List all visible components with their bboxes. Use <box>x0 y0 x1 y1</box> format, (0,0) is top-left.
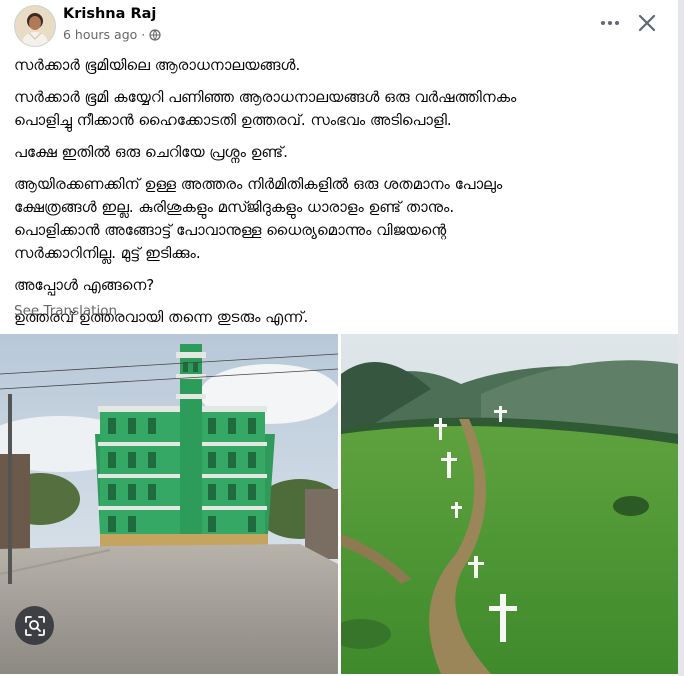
post-paragraph: പക്ഷേ ഇതിൽ ഒരു ചെറിയേ പ്രശ്നം ഉണ്ട്. <box>14 143 288 161</box>
close-icon <box>638 14 656 32</box>
avatar-image <box>15 6 55 46</box>
visual-search-icon <box>24 615 45 636</box>
post-meta: 6 hours ago · <box>63 27 161 42</box>
post-paragraph: സർക്കാർ ഭൂമിയിലെ ആരാധനാലയങ്ങൾ. <box>14 56 301 74</box>
post-paragraph: അപ്പോൾ എങ്ങനെ? <box>14 276 155 294</box>
post-paragraph: സർക്കാർ ഭൂമി കയ്യേറി പണിഞ്ഞ ആരാധനാലയങ്ങൾ… <box>14 88 517 129</box>
hill-crosses-photo-image <box>341 334 678 674</box>
post-header: Krishna Raj 6 hours ago · <box>14 5 674 47</box>
globe-icon <box>149 28 161 41</box>
avatar[interactable] <box>14 5 56 47</box>
post-body: സർക്കാർ ഭൂമിയിലെ ആരാധനാലയങ്ങൾ. സർക്കാർ ഭ… <box>14 54 664 338</box>
visual-search-button[interactable] <box>15 606 54 645</box>
close-button[interactable] <box>634 9 660 37</box>
meta-separator: · <box>141 27 146 42</box>
more-horizontal-icon <box>601 21 619 25</box>
post-paragraph: ആയിരക്കണക്കിന് ഉള്ള അത്തരം നിർമിതികളിൽ ഒ… <box>14 175 503 262</box>
author-name[interactable]: Krishna Raj <box>63 6 156 22</box>
post-time[interactable]: 6 hours ago <box>63 27 137 42</box>
more-options-button[interactable] <box>598 11 622 35</box>
see-translation-link[interactable]: See Translation <box>14 303 117 319</box>
scrollbar-track[interactable] <box>678 0 684 676</box>
post-photo-hill-crosses[interactable] <box>341 334 678 674</box>
